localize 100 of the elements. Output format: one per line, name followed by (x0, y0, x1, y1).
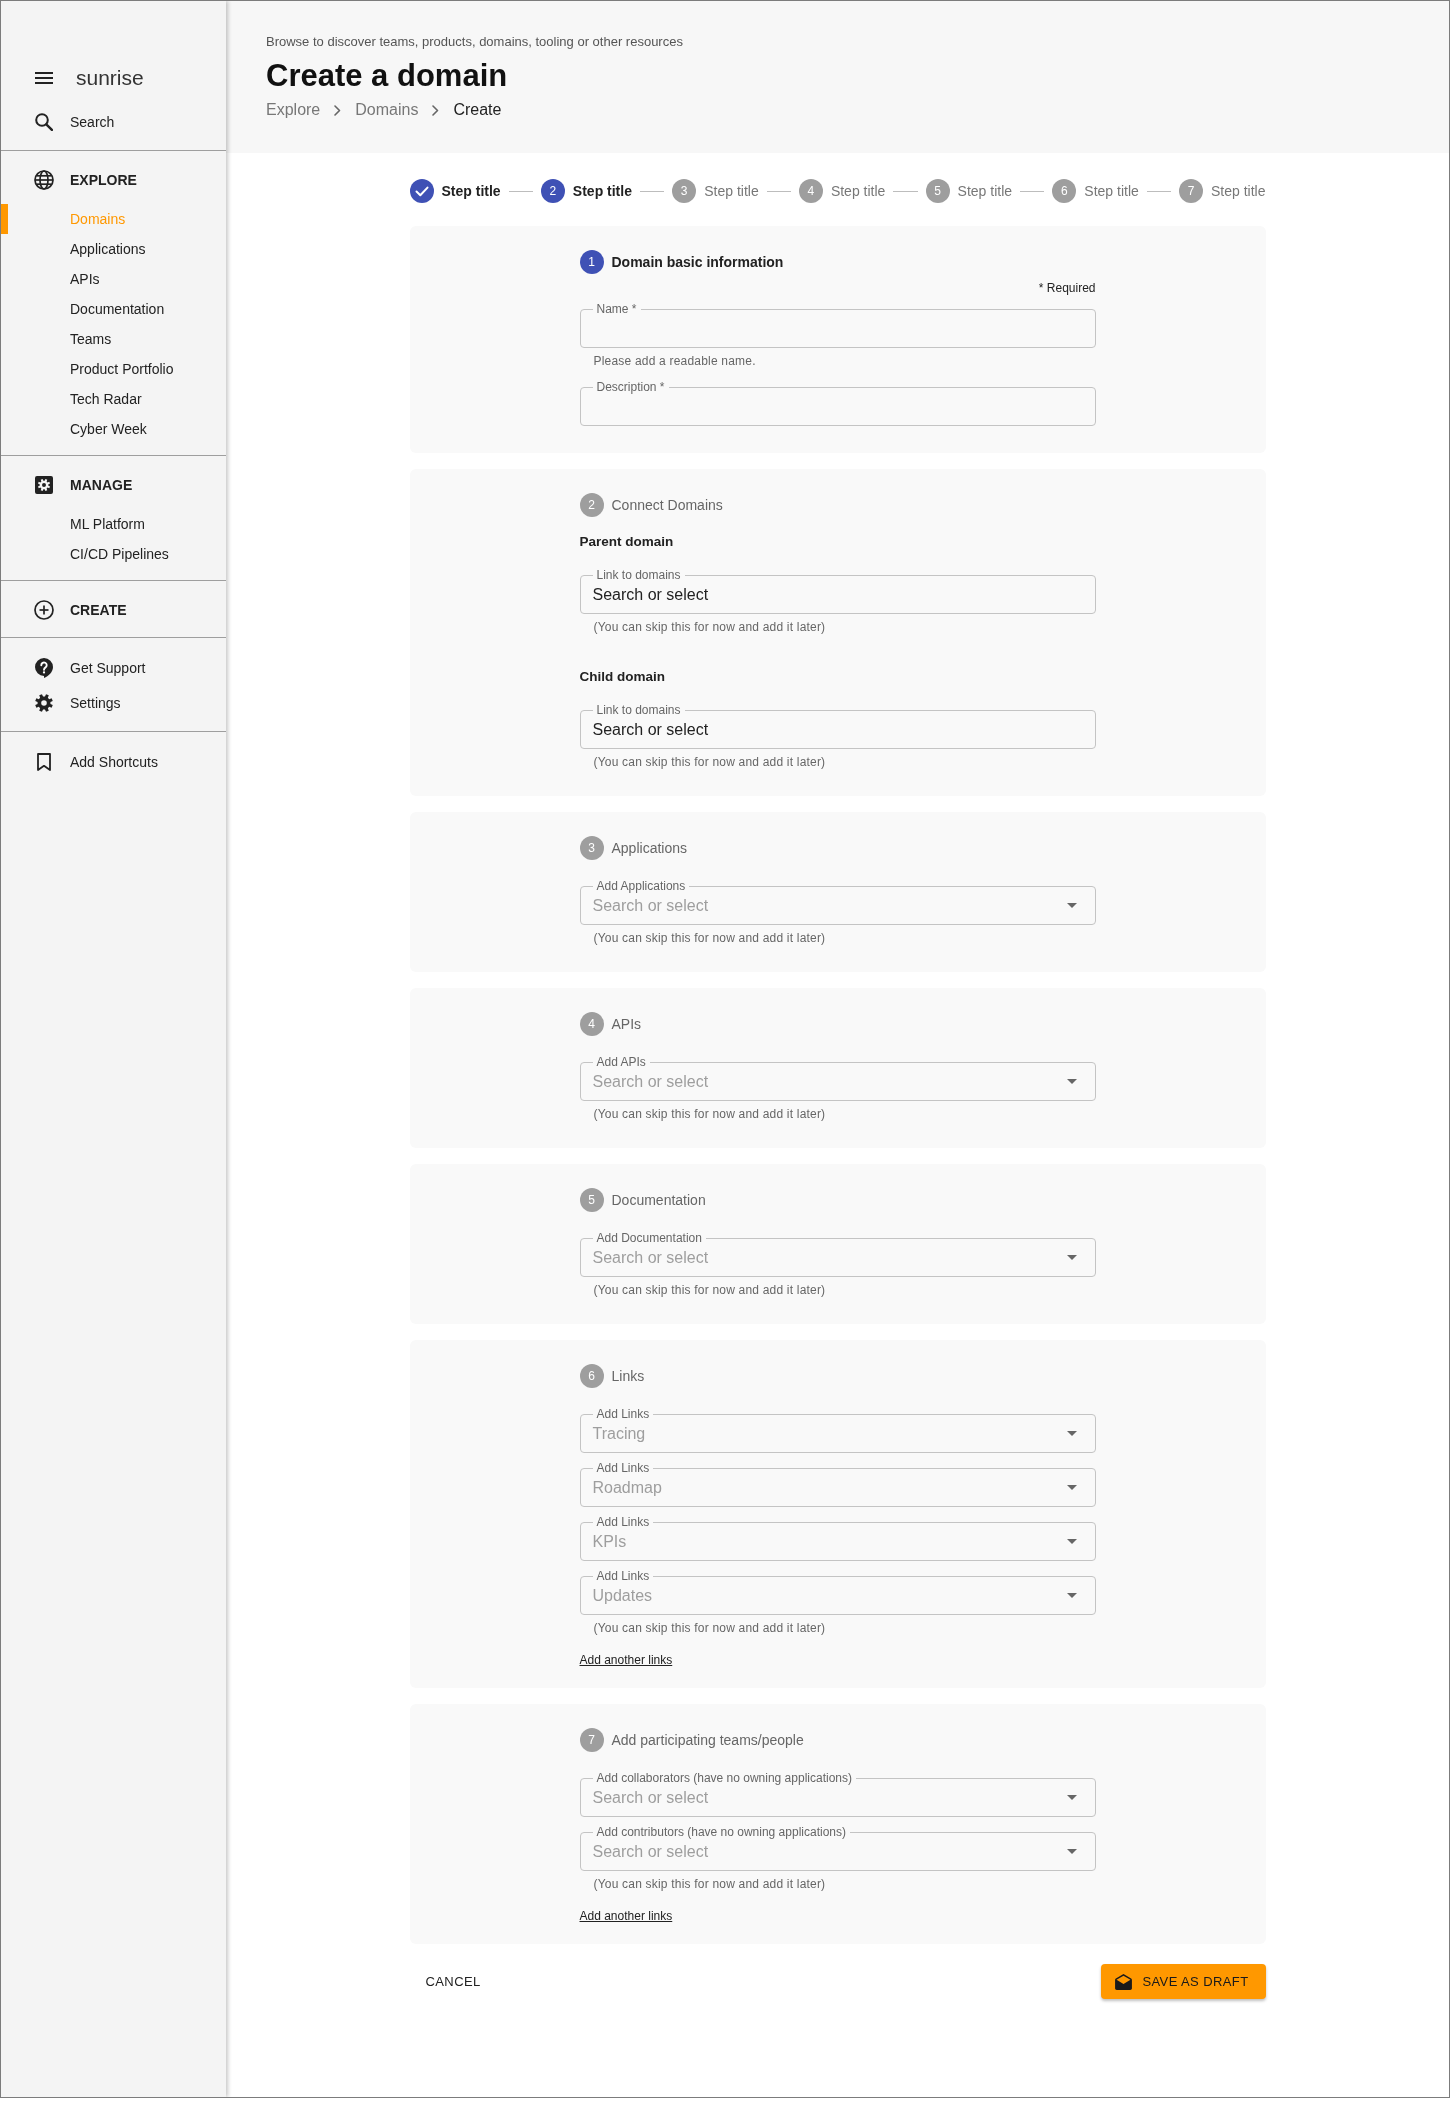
step-connector (1146, 190, 1171, 192)
step-label: Step title (704, 183, 759, 199)
breadcrumb-link[interactable]: Explore (266, 100, 321, 120)
dropdown-caret-icon (1066, 1539, 1077, 1544)
section-title: Links (611, 1368, 645, 1384)
step-connector (766, 190, 791, 192)
select-field[interactable]: Add Applications Search or select (579, 880, 1096, 925)
page-subtitle: Browse to discover teams, products, domains, tooling or other resources (266, 34, 683, 50)
helper-text: (You can skip this for now and add it later) (593, 1107, 826, 1121)
helper-text: (You can skip this for now and add it later) (593, 1283, 826, 1297)
helper-text: (You can skip this for now and add it later) (593, 1621, 826, 1635)
step-number: 7 (579, 1728, 604, 1752)
dropdown-caret-icon (1066, 1485, 1077, 1490)
globe-icon (34, 170, 54, 190)
search-icon (35, 113, 53, 131)
nav-item[interactable]: Add Shortcuts (1, 750, 226, 774)
bookmark-icon (37, 753, 51, 771)
dropdown-caret-icon (1066, 1431, 1077, 1436)
section-title: Domain basic information (611, 254, 784, 270)
select-field[interactable]: Add Links Updates (579, 1570, 1096, 1615)
select-field[interactable]: Add collaborators (have no owning applications) Search or select (579, 1772, 1096, 1817)
step-label: Step title (1084, 183, 1139, 199)
section-title: Applications (611, 840, 687, 856)
select-field[interactable]: Add Links Tracing (579, 1408, 1096, 1453)
text-field[interactable]: Link to domains Search or select (579, 569, 1096, 614)
select-field[interactable]: Add Links KPIs (579, 1516, 1096, 1561)
text-field[interactable]: Name * (579, 303, 1096, 348)
step-number: 3 (579, 836, 604, 860)
helper-text: Please add a readable name. (593, 354, 756, 368)
step-number: 4 (798, 179, 823, 203)
step-connector (639, 190, 665, 192)
step-number: 2 (579, 493, 604, 517)
save-draft-button[interactable]: SAVE AS DRAFT (1101, 1964, 1266, 1999)
helper-text: (You can skip this for now and add it later) (593, 1877, 826, 1891)
breadcrumb-link[interactable]: Domains (355, 100, 419, 120)
envelope-icon (1115, 1973, 1133, 1990)
select-field[interactable]: Add Documentation Search or select (579, 1232, 1096, 1277)
dropdown-caret-icon (1066, 1079, 1077, 1084)
section-title: Documentation (611, 1192, 706, 1208)
nav-item[interactable]: APIs (1, 264, 226, 294)
plus-circle-icon (34, 600, 54, 620)
step-number: 5 (925, 179, 950, 203)
helper-text: (You can skip this for now and add it later) (593, 931, 826, 945)
step-label: Step title (441, 183, 501, 199)
step-number: 6 (579, 1364, 604, 1388)
cancel-button[interactable]: CANCEL (409, 1966, 497, 1997)
step-label: Step title (830, 183, 886, 199)
step-number: 5 (579, 1188, 604, 1212)
step-connector (1020, 190, 1045, 192)
select-field[interactable]: Add APIs Search or select (579, 1056, 1096, 1101)
step-number: 7 (1179, 179, 1203, 203)
add-links-link[interactable]: Add another links (579, 1652, 673, 1668)
nav-section-title: CREATE (70, 602, 127, 618)
nav-item[interactable]: Settings (1, 691, 226, 715)
dropdown-caret-icon (1066, 1795, 1077, 1800)
section-title: Connect Domains (611, 497, 723, 513)
nav-item[interactable]: Cyber Week (1, 414, 226, 444)
nav-section-title: MANAGE (70, 477, 133, 493)
page-title: Create a domain (266, 58, 508, 94)
helper-text: (You can skip this for now and add it later) (593, 755, 826, 769)
nav-item[interactable]: CI/CD Pipelines (1, 539, 226, 569)
nav-item[interactable]: Product Portfolio (1, 354, 226, 384)
menu-icon[interactable] (35, 72, 53, 84)
required-note: * Required (1038, 281, 1096, 295)
section-title: Add participating teams/people (611, 1732, 804, 1748)
search-button[interactable]: Search (1, 110, 226, 134)
step-connector (508, 190, 533, 192)
subheading: Parent domain (579, 533, 674, 551)
subheading: Child domain (579, 668, 665, 686)
step-number: 1 (579, 250, 604, 274)
nav-section-title: EXPLORE (70, 172, 137, 188)
settings-icon (35, 694, 53, 712)
text-field[interactable]: Description * (579, 381, 1096, 426)
step-connector (893, 190, 918, 192)
nav-item[interactable]: Applications (1, 234, 226, 264)
help-bubble-icon (35, 658, 53, 678)
text-field[interactable]: Link to domains Search or select (579, 704, 1096, 749)
step-label: Step title (572, 183, 632, 199)
dropdown-caret-icon (1066, 1255, 1077, 1260)
dropdown-caret-icon (1066, 1849, 1077, 1854)
step-number: 2 (540, 179, 565, 203)
step-number: 3 (672, 179, 697, 203)
step-number: 4 (579, 1012, 604, 1036)
select-field[interactable]: Add Links Roadmap (579, 1462, 1096, 1507)
nav-item[interactable]: ML Platform (1, 509, 226, 539)
step-label: Step title (957, 183, 1013, 199)
add-links-link[interactable]: Add another links (579, 1908, 673, 1924)
step-label: Step title (1211, 183, 1266, 199)
dropdown-caret-icon (1066, 903, 1077, 908)
select-field[interactable]: Add contributors (have no owning applications) Search or select (579, 1826, 1096, 1871)
app-name: sunrise (76, 66, 144, 90)
nav-item[interactable]: Documentation (1, 294, 226, 324)
nav-item[interactable]: Get Support (1, 656, 226, 680)
section-title: APIs (611, 1016, 642, 1032)
step-number: 6 (1052, 179, 1077, 203)
chevron-right-icon (334, 104, 342, 116)
nav-item[interactable]: Teams (1, 324, 226, 354)
helper-text: (You can skip this for now and add it later) (593, 620, 826, 634)
nav-item[interactable]: Tech Radar (1, 384, 226, 414)
dropdown-caret-icon (1066, 1593, 1077, 1598)
